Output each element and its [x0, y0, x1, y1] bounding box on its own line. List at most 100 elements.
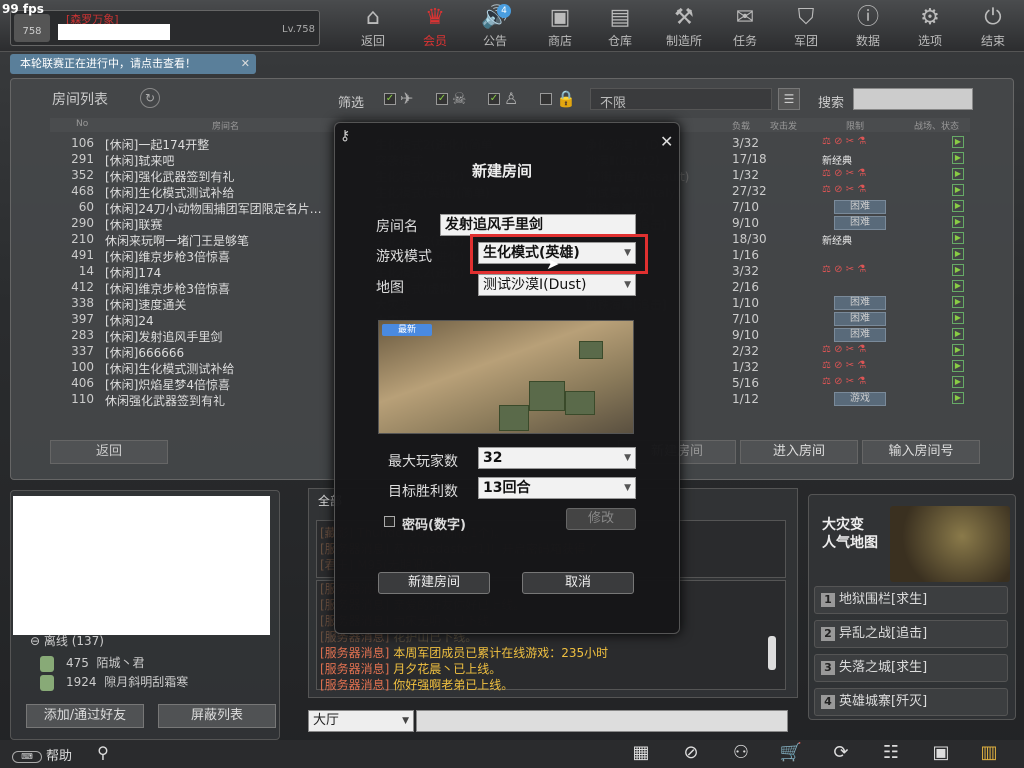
game-mode-label: 游戏模式	[376, 249, 432, 265]
nav-storage-button[interactable]: ▤ 仓库	[594, 4, 646, 50]
room-number: 210	[71, 232, 94, 246]
hot-map-label: 失落之城[求生]	[839, 660, 928, 675]
notice-text: 本轮联赛正在进行中，请点击查看！	[20, 57, 196, 70]
nav-label: 商店	[547, 34, 572, 48]
nav-mission-button[interactable]: ✉ 任务	[719, 4, 771, 50]
search-icon[interactable]: ⚲	[92, 743, 114, 765]
room-name: [休闲]生化模式测试补给	[105, 362, 235, 376]
chat-channel-select[interactable]: 大厅 ▼	[308, 710, 414, 732]
col-attack: 攻击发	[770, 122, 798, 132]
room-name: 休闲来玩啊一堵门王是够笔	[105, 234, 250, 248]
add-friend-button[interactable]: 添加/通过好友	[26, 704, 144, 728]
close-icon[interactable]: ✕	[241, 54, 250, 74]
room-name: [休闲]发射追风手里剑	[105, 330, 223, 344]
enter-room-button[interactable]: 进入房间	[740, 440, 858, 464]
password-checkbox[interactable]	[384, 516, 395, 527]
restriction-icons: ⚖ ⊘ ✂ ⚗	[822, 344, 867, 355]
chat-input[interactable]	[416, 710, 788, 732]
room-number: 110	[71, 392, 94, 406]
offline-group-header[interactable]: ⊖ 离线 (137)	[30, 632, 104, 649]
player-icon: ♙	[504, 89, 519, 108]
rank-badge: 758	[14, 14, 50, 42]
chat-scrollbar[interactable]	[768, 636, 776, 670]
dialog-close-icon[interactable]: ✕	[660, 132, 673, 151]
refresh-icon[interactable]: ↻	[140, 88, 160, 108]
calendar-icon[interactable]: ▦	[628, 741, 654, 765]
data-icon: ⓘ	[856, 5, 879, 30]
room-name: [休闲]174	[105, 266, 162, 280]
filter-checkbox-mode2[interactable]: ✓	[436, 93, 448, 105]
checklist-icon[interactable]: ☷	[878, 741, 904, 765]
room-number: 106	[71, 136, 94, 150]
nav-factory-button[interactable]: ⚒ 制造所	[658, 4, 710, 50]
runner-icon[interactable]: ⚇	[728, 741, 754, 765]
status-play-icon: ▶	[952, 216, 964, 228]
cancel-button[interactable]: 取消	[522, 572, 634, 594]
max-players-value: 32	[483, 450, 503, 466]
friend-item[interactable]: 1924 隙月斜明刮霜寒	[40, 673, 188, 691]
status-play-icon: ▶	[952, 168, 964, 180]
cycle-icon[interactable]: ⟳	[828, 741, 854, 765]
hot-map-item[interactable]: 4 英雄城寨[歼灭]	[814, 688, 1008, 716]
room-load: 2/32	[732, 344, 759, 358]
compass-icon[interactable]: ⊘	[678, 741, 704, 765]
win-target-select[interactable]: 13回合 ▼	[478, 477, 636, 499]
room-name: [休闲]炽焰星梦4倍惊喜	[105, 378, 230, 392]
speaker-icon: 🔊	[481, 5, 509, 30]
filter-checkbox-lock[interactable]	[540, 93, 552, 105]
room-name: [休闲]联赛	[105, 218, 163, 232]
filter-checkbox-mode1[interactable]: ✓	[384, 93, 396, 105]
back-button[interactable]: 返回	[50, 440, 168, 464]
filter-checkbox-mode3[interactable]: ✓	[488, 93, 500, 105]
room-name-field[interactable]: 发射追风手里剑	[440, 214, 636, 236]
friend-name: 隙月斜明刮霜寒	[104, 675, 189, 689]
difficulty-badge: 困难	[834, 312, 886, 326]
room-number: 60	[78, 200, 94, 214]
storage-icon: ▤	[609, 5, 631, 30]
nav-label: 制造所	[665, 34, 702, 48]
cart-icon[interactable]: 🛒	[778, 741, 804, 765]
input-room-number-button[interactable]: 输入房间号	[862, 440, 980, 464]
search-input[interactable]	[853, 88, 973, 110]
hot-map-item[interactable]: 1 地狱围栏[求生]	[814, 586, 1008, 614]
nav-back-button[interactable]: ⌂ 返回	[347, 4, 399, 50]
nav-exit-button[interactable]: ⏻ 结束	[967, 4, 1019, 50]
status-play-icon: ▶	[952, 344, 964, 356]
nav-options-button[interactable]: ⚙ 选项	[904, 4, 956, 50]
nav-label: 会员	[422, 34, 447, 48]
hot-map-item[interactable]: 2 异乱之战[追击]	[814, 620, 1008, 648]
max-players-select[interactable]: 32 ▼	[478, 447, 636, 469]
room-list-title: 房间列表	[52, 92, 108, 108]
map-select[interactable]: 测试沙漠Ⅰ(Dust) ▼	[478, 274, 636, 296]
hot-map-rank: 1	[821, 593, 835, 607]
create-room-button[interactable]: 新建房间	[378, 572, 490, 594]
block-list-button[interactable]: 屏蔽列表	[158, 704, 276, 728]
room-number: 283	[71, 328, 94, 342]
col-load: 负载	[732, 122, 751, 132]
room-name: [休闲]生化模式测试补给	[105, 186, 235, 200]
nav-vip-button[interactable]: ♛ 会员	[409, 4, 461, 50]
nav-notice-button[interactable]: 🔊 4 公告	[469, 4, 521, 50]
chat-tag: [服务器消息]	[320, 646, 390, 660]
room-load: 1/16	[732, 248, 759, 262]
nav-clan-button[interactable]: ⛉ 军团	[780, 4, 832, 50]
modify-password-button[interactable]: 修改	[566, 508, 636, 530]
difficulty-badge: 困难	[834, 216, 886, 230]
hot-map-item[interactable]: 3 失落之城[求生]	[814, 654, 1008, 682]
nav-shop-button[interactable]: ▣ 商店	[534, 4, 586, 50]
filter-settings-icon[interactable]: ☰	[778, 88, 800, 110]
room-name: [休闲]一起174开整	[105, 138, 210, 152]
film-icon[interactable]: ▥	[976, 741, 1002, 765]
friend-item[interactable]: 475 陌城丶君	[40, 654, 145, 672]
checkin-icon[interactable]: ▣	[928, 741, 954, 765]
chevron-down-icon: ▼	[624, 453, 631, 463]
mission-icon: ✉	[735, 5, 755, 30]
room-name: 休闲强化武器签到有礼	[105, 394, 226, 408]
league-notice-banner[interactable]: 本轮联赛正在进行中，请点击查看！ ✕	[10, 54, 256, 74]
help-button[interactable]: ⌨ 帮助	[12, 745, 72, 764]
status-play-icon: ▶	[952, 248, 964, 260]
chevron-down-icon: ▼	[624, 483, 631, 493]
room-number: 337	[71, 344, 94, 358]
nav-data-button[interactable]: ⓘ 数据	[842, 4, 894, 50]
status-play-icon: ▶	[952, 152, 964, 164]
